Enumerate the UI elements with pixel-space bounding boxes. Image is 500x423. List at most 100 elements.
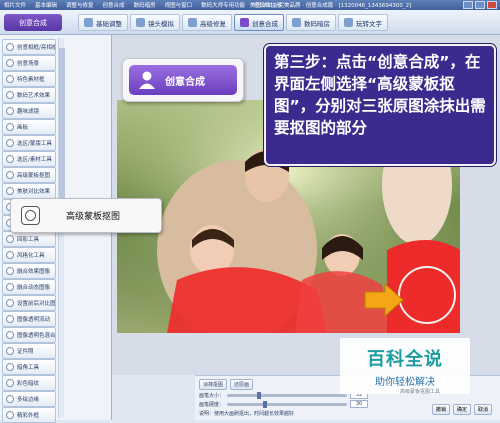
sidebar-item[interactable]: 回影工具 — [2, 231, 56, 247]
sidebar-item[interactable]: 创意相框/亮相框 — [2, 39, 56, 55]
menu-composite[interactable]: 创意合成 — [103, 1, 125, 9]
tool-icon — [6, 267, 14, 275]
tool-icon — [6, 251, 14, 259]
brush-hint: 说明：使用大画刷抠出，时间越长效果越好 — [199, 411, 295, 417]
sidebar-item[interactable]: 精彩外框 — [2, 407, 56, 423]
sidebar-item[interactable]: 证件照 — [2, 343, 56, 359]
sidebar-item[interactable]: 彩色暗纹 — [2, 375, 56, 391]
sidebar-item-label: 回影工具 — [17, 237, 40, 243]
sidebar-item[interactable]: 特色素材框 — [2, 71, 56, 87]
tab-strip: 基础调整 镜头模拟 高级修复 创意合成 数码暗房 玩转文字 — [78, 14, 388, 31]
tab-composite[interactable]: 创意合成 — [234, 14, 284, 31]
ok-button[interactable]: 确定 — [453, 404, 472, 415]
brush-hardness-slider[interactable] — [227, 400, 348, 408]
menu-bar: 相片文件 基本编辑 调整与修复 创意合成 数码暗房 视图与窗口 数码大师专用功能… — [4, 1, 282, 9]
cancel-button[interactable]: 取消 — [474, 404, 493, 415]
slider-knob[interactable] — [257, 391, 262, 399]
maximize-icon[interactable] — [475, 1, 485, 9]
repair-icon — [188, 18, 197, 27]
smear-button[interactable]: 涂抹抠图 — [199, 379, 228, 390]
instruction-callout: 第三步：点击“创意合成”，在界面左侧选择“高级蒙板抠图”，分别对三张原图涂抹出需… — [264, 44, 496, 166]
sidebar-item-label: 高级蒙板抠图 — [17, 173, 51, 179]
sidebar-item-label: 选区/蒙版工具 — [17, 141, 52, 147]
tab-repair[interactable]: 高级修复 — [182, 14, 232, 31]
tool-icon — [6, 107, 14, 115]
mode-button[interactable]: 创意合成 — [4, 14, 62, 31]
sidebar-item[interactable]: 图像透明流动 — [2, 311, 56, 327]
tool-icon — [6, 43, 14, 51]
slider-knob[interactable] — [263, 400, 268, 408]
sidebar-item[interactable]: 多绘边缘 — [2, 391, 56, 407]
tool-icon — [6, 347, 14, 355]
sidebar-item-label: 创意相框/亮相框 — [17, 45, 56, 51]
sidebar-item-label: 选区/素材工具 — [17, 157, 52, 163]
tab-text[interactable]: 玩转文字 — [338, 14, 388, 31]
watermark-main: 百科全说 — [367, 348, 443, 370]
zoomed-mask-tool: 高级蒙板抠图 — [10, 198, 162, 233]
sidebar-item[interactable]: 选区/蒙版工具 — [2, 135, 56, 151]
sidebar-item[interactable]: 设置前后对比图 — [2, 295, 56, 311]
close-icon[interactable] — [487, 1, 497, 9]
menu-special[interactable]: 数码大师专用功能 — [201, 1, 245, 9]
tool-icon — [6, 187, 14, 195]
sidebar-item[interactable]: 趣味滤镜 — [2, 103, 56, 119]
sidebar-item[interactable]: 数码艺术效果 — [2, 87, 56, 103]
sidebar-item[interactable]: 融合动态图像 — [2, 279, 56, 295]
minimize-icon[interactable] — [463, 1, 473, 9]
tab-lens[interactable]: 镜头模拟 — [130, 14, 180, 31]
sidebar-item-label: 风格化工具 — [17, 253, 45, 259]
menu-darkroom[interactable]: 数码暗房 — [134, 1, 156, 9]
restore-button[interactable]: 还原画 — [230, 379, 254, 390]
menu-file[interactable]: 相片文件 — [4, 1, 26, 9]
person-icon — [139, 71, 155, 89]
zoomed-composite-label: 创意合成 — [165, 76, 205, 88]
tab-darkroom[interactable]: 数码暗房 — [286, 14, 336, 31]
title-bar: 相片文件 基本编辑 调整与修复 创意合成 数码暗房 视图与窗口 数码大师专用功能… — [0, 0, 500, 10]
tool-icon — [6, 171, 14, 179]
sidebar-item-label: 彩色暗纹 — [17, 381, 40, 387]
sidebar-item[interactable]: 融合效果图像 — [2, 263, 56, 279]
sidebar-item-label: 图像透明流动 — [17, 317, 51, 323]
brush-hardness-value[interactable]: 30 — [350, 400, 369, 408]
sidebar-item-label: 趣味滤镜 — [17, 109, 40, 115]
window-controls — [463, 1, 497, 9]
brush-size-slider[interactable] — [227, 391, 348, 399]
sidebar-item-label: 创意场景 — [17, 61, 40, 67]
sidebar-item[interactable]: 美肤对比效果 — [2, 183, 56, 199]
sidebar-item-label: 融合效果图像 — [17, 269, 51, 275]
watermark-sub: 助你轻松解决 — [375, 376, 435, 388]
tab-basic-adjust[interactable]: 基础调整 — [78, 14, 128, 31]
sidebar-item[interactable]: 高级蒙板抠图 — [2, 167, 56, 183]
undo-button[interactable]: 撤销 — [432, 404, 451, 415]
person-icon — [240, 18, 249, 27]
darkroom-icon — [292, 18, 301, 27]
sidebar-item[interactable]: 暗角工具 — [2, 359, 56, 375]
scrollbar-thumb[interactable] — [59, 48, 65, 198]
text-icon — [344, 18, 353, 27]
sidebar-item-label: 特色素材框 — [17, 77, 45, 83]
sidebar-item[interactable]: 选区/素材工具 — [2, 151, 56, 167]
menu-basic-edit[interactable]: 基本编辑 — [35, 1, 57, 9]
adjust-icon — [84, 18, 93, 27]
sidebar-item-label: 美肤对比效果 — [17, 189, 51, 195]
brush-size-label: 画笔大小： — [199, 392, 225, 399]
tool-icon — [6, 123, 14, 131]
watermark: 百科全说 助你轻松解决 — [340, 338, 470, 394]
tool-icon — [6, 363, 14, 371]
tool-icon — [6, 139, 14, 147]
footer-buttons: 撤销 确定 取消 — [432, 404, 493, 415]
sidebar-item[interactable]: 画板 — [2, 119, 56, 135]
sidebar-item[interactable]: 风格化工具 — [2, 247, 56, 263]
menu-view[interactable]: 视图与窗口 — [165, 1, 193, 9]
watermark-tool-text: 高级蒙板抠图工具 — [400, 389, 441, 395]
tool-icon — [6, 379, 14, 387]
sidebar-item-label: 设置前后对比图 — [17, 301, 56, 307]
sidebar-item-label: 证件照 — [17, 349, 34, 355]
tool-icon — [6, 299, 14, 307]
sidebar-item[interactable]: 创意场景 — [2, 55, 56, 71]
callout-text: 第三步：点击“创意合成”，在界面左侧选择“高级蒙板抠图”，分别对三张原图涂抹出需… — [274, 53, 486, 137]
sidebar-item-label: 融合动态图像 — [17, 285, 51, 291]
tool-icon — [6, 411, 14, 419]
menu-adjust[interactable]: 调整与修复 — [66, 1, 94, 9]
sidebar-item[interactable]: 图像透明色混合 — [2, 327, 56, 343]
